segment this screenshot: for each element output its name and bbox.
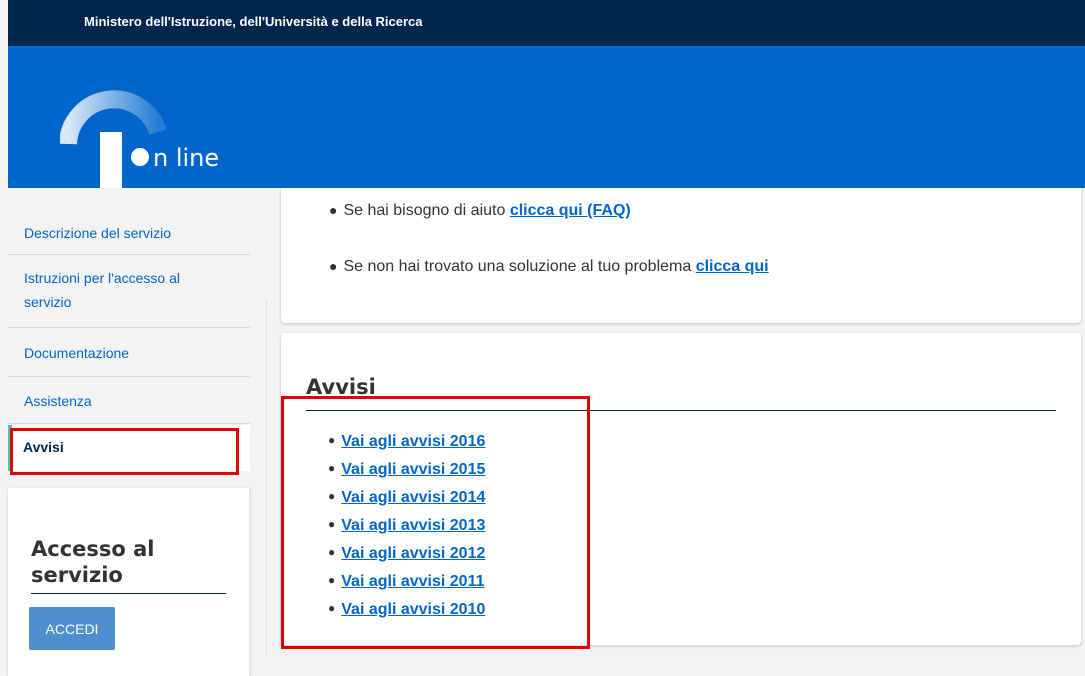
sidebar-item-label: Documentazione bbox=[24, 345, 130, 361]
sidebar-item-label: Descrizione del servizio bbox=[24, 225, 172, 241]
logo-line1: n line bbox=[153, 144, 219, 172]
sidebar-item-documentazione[interactable]: Documentazione bbox=[8, 329, 250, 377]
help-line-support: ● Se non hai trovato una soluzione al tuo… bbox=[329, 258, 769, 276]
sidebar-item-label: Istruzioni per l'accesso al servizio bbox=[24, 270, 180, 310]
access-title: Accesso al servizio bbox=[31, 537, 155, 587]
help-panel: ● Se hai bisogno di aiuto clicca qui (FAQ… bbox=[281, 188, 1081, 323]
sidebar-item-assistenza[interactable]: Assistenza bbox=[8, 378, 250, 424]
highlight-box-avvisi bbox=[281, 396, 590, 649]
bullet-icon: ● bbox=[329, 202, 338, 218]
sidebar-item-descrizione[interactable]: Descrizione del servizio bbox=[8, 211, 250, 255]
support-link[interactable]: clicca qui bbox=[696, 258, 769, 275]
help-line-faq: ● Se hai bisogno di aiuto clicca qui (FAQ… bbox=[329, 202, 631, 220]
faq-link[interactable]: clicca qui (FAQ) bbox=[510, 202, 631, 219]
ministry-name: Ministero dell'Istruzione, dell'Universi… bbox=[84, 14, 423, 29]
access-box: Accesso al servizio ACCEDI bbox=[8, 488, 250, 676]
column-divider bbox=[266, 300, 267, 655]
bullet-icon: ● bbox=[329, 258, 338, 274]
sidebar-item-istruzioni[interactable]: Istruzioni per l'accesso al servizio bbox=[8, 256, 250, 328]
sidebar-item-label: Assistenza bbox=[24, 393, 92, 409]
help-text: Se non hai trovato una soluzione al tuo … bbox=[343, 258, 696, 275]
help-text: Se hai bisogno di aiuto bbox=[343, 202, 510, 219]
accedi-button[interactable]: ACCEDI bbox=[29, 607, 115, 650]
ministry-bar: Ministero dell'Istruzione, dell'Universi… bbox=[8, 0, 1085, 46]
divider bbox=[31, 593, 226, 594]
hero-banner: n line stanze bbox=[8, 46, 1085, 222]
highlight-box-sidebar bbox=[10, 428, 239, 475]
